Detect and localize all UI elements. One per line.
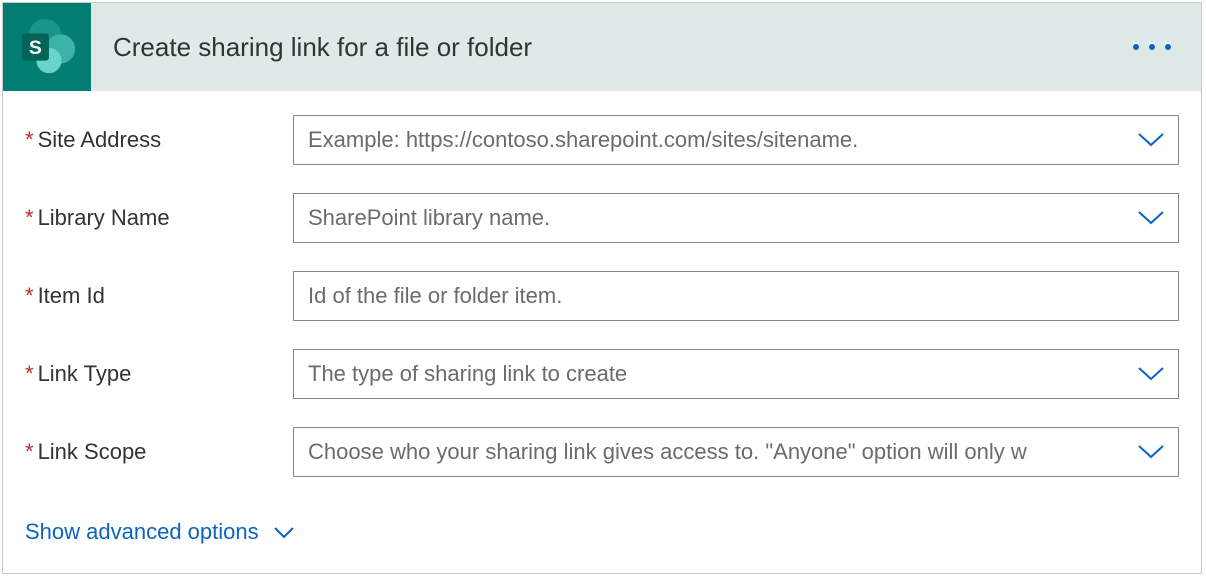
advanced-options-label: Show advanced options [25, 519, 259, 545]
link-scope-combobox[interactable]: Choose who your sharing link gives acces… [293, 427, 1179, 477]
library-name-combobox[interactable]: SharePoint library name. [293, 193, 1179, 243]
site-address-combobox[interactable]: Example: https://contoso.sharepoint.com/… [293, 115, 1179, 165]
card-header: S Create sharing link for a file or fold… [3, 3, 1201, 91]
required-indicator: * [25, 283, 34, 309]
required-indicator: * [25, 439, 34, 465]
field-row-link-type: * Link Type The type of sharing link to … [25, 349, 1179, 399]
action-card: S Create sharing link for a file or fold… [2, 2, 1202, 574]
required-indicator: * [25, 127, 34, 153]
field-input-wrap: Example: https://contoso.sharepoint.com/… [293, 115, 1179, 165]
field-label: Library Name [38, 205, 170, 231]
field-label: Site Address [38, 127, 162, 153]
show-advanced-options-button[interactable]: Show advanced options [25, 519, 1179, 545]
link-type-combobox[interactable]: The type of sharing link to create [293, 349, 1179, 399]
field-label-wrap: * Link Scope [25, 439, 293, 465]
sharepoint-icon: S [16, 16, 78, 78]
field-input-wrap: SharePoint library name. [293, 193, 1179, 243]
field-label-wrap: * Library Name [25, 205, 293, 231]
field-input-wrap: Id of the file or folder item. [293, 271, 1179, 321]
sharepoint-icon-tile: S [3, 3, 91, 91]
item-id-input[interactable]: Id of the file or folder item. [293, 271, 1179, 321]
chevron-down-icon [273, 526, 295, 539]
field-row-site-address: * Site Address Example: https://contoso.… [25, 115, 1179, 165]
field-label: Link Type [38, 361, 132, 387]
field-label: Item Id [38, 283, 105, 309]
card-title: Create sharing link for a file or folder [113, 32, 532, 63]
field-label-wrap: * Item Id [25, 283, 293, 309]
card-body: * Site Address Example: https://contoso.… [3, 91, 1201, 573]
required-indicator: * [25, 361, 34, 387]
field-label-wrap: * Site Address [25, 127, 293, 153]
ellipsis-icon [1149, 44, 1155, 50]
ellipsis-icon [1165, 44, 1171, 50]
field-row-item-id: * Item Id Id of the file or folder item. [25, 271, 1179, 321]
ellipsis-icon [1133, 44, 1139, 50]
svg-text:S: S [29, 37, 42, 59]
field-label: Link Scope [38, 439, 147, 465]
required-indicator: * [25, 205, 34, 231]
field-input-wrap: Choose who your sharing link gives acces… [293, 427, 1179, 477]
field-row-link-scope: * Link Scope Choose who your sharing lin… [25, 427, 1179, 477]
card-menu-button[interactable] [1133, 44, 1171, 50]
field-input-wrap: The type of sharing link to create [293, 349, 1179, 399]
field-label-wrap: * Link Type [25, 361, 293, 387]
field-row-library-name: * Library Name SharePoint library name. [25, 193, 1179, 243]
